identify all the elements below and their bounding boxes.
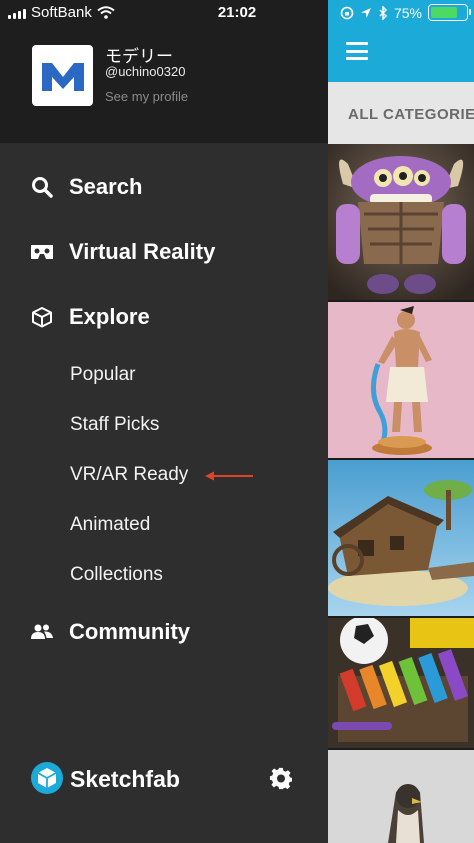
community-people-icon	[30, 620, 54, 644]
menu-label-community: Community	[69, 619, 190, 644]
menu-item-virtual-reality[interactable]: Virtual Reality	[0, 230, 328, 274]
brand-name: Sketchfab	[70, 766, 180, 792]
menu-item-search[interactable]: Search	[0, 165, 328, 209]
hamburger-menu-icon[interactable]	[346, 42, 368, 60]
sub-label-vr-ar-ready: VR/AR Ready	[70, 464, 189, 485]
sub-item-popular[interactable]: Popular	[0, 355, 328, 395]
annotation-arrow-icon	[205, 471, 253, 481]
model-thumbnail-house[interactable]	[328, 460, 474, 616]
modely-logo-icon	[41, 62, 84, 91]
avatar[interactable]	[32, 45, 93, 106]
see-profile-link[interactable]: See my profile	[105, 89, 188, 104]
battery-percent: 75%	[393, 4, 422, 21]
navigation-drawer: モデリー @uchino0320 See my profile Search V…	[0, 0, 328, 843]
model-thumbnail-bird[interactable]	[328, 750, 474, 843]
drawer-footer: Sketchfab	[0, 758, 328, 808]
model-thumbnail-creature[interactable]	[328, 144, 474, 300]
menu-item-explore[interactable]: Explore	[0, 295, 328, 339]
sub-item-staff-picks[interactable]: Staff Picks	[0, 405, 328, 445]
cube-icon	[30, 305, 54, 329]
status-bar: SoftBank 21:02 75%	[0, 0, 474, 28]
sub-label-collections: Collections	[70, 564, 163, 585]
category-tab-bar: ALL CATEGORIES	[328, 82, 474, 144]
vr-headset-icon	[30, 240, 54, 264]
status-right: 75%	[340, 4, 471, 21]
model-thumbnail-warrior[interactable]	[328, 302, 474, 458]
sub-item-collections[interactable]: Collections	[0, 555, 328, 595]
bluetooth-icon	[379, 5, 388, 20]
location-arrow-icon	[360, 7, 371, 18]
menu-label-virtual-reality: Virtual Reality	[69, 239, 216, 264]
battery-icon	[428, 4, 471, 21]
sub-label-staff-picks: Staff Picks	[70, 414, 160, 435]
sub-item-vr-ar-ready[interactable]: VR/AR Ready	[0, 455, 328, 495]
profile-handle: @uchino0320	[105, 64, 186, 79]
sub-item-animated[interactable]: Animated	[0, 505, 328, 545]
gear-icon[interactable]	[269, 767, 293, 791]
menu-label-search: Search	[69, 174, 143, 199]
model-thumbnail-toys[interactable]	[328, 618, 474, 748]
menu-label-explore: Explore	[69, 304, 150, 329]
sub-label-popular: Popular	[70, 364, 136, 385]
menu-item-community[interactable]: Community	[0, 610, 328, 654]
search-icon	[30, 175, 54, 199]
tab-all-categories[interactable]: ALL CATEGORIES	[348, 106, 474, 123]
sub-label-animated: Animated	[70, 514, 151, 535]
sketchfab-logo-icon	[31, 762, 63, 794]
rotation-lock-icon	[340, 6, 354, 19]
